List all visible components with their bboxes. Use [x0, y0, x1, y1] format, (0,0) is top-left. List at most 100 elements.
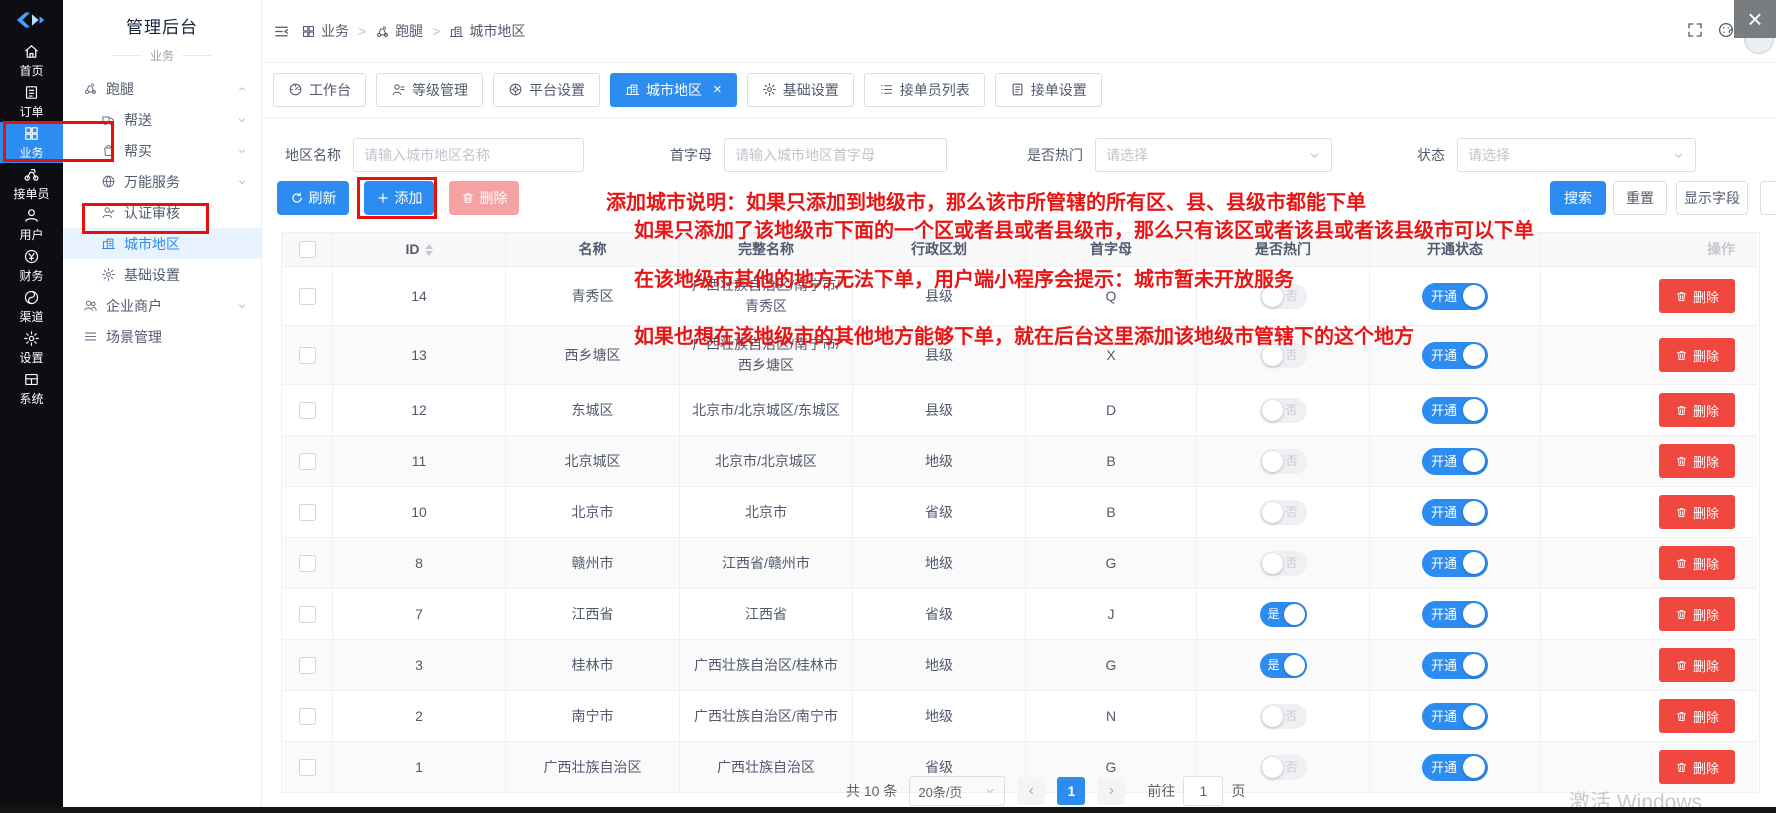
- rail-item-settings[interactable]: 设置: [0, 327, 63, 368]
- delete-button[interactable]: 删除: [1659, 699, 1735, 733]
- hot-toggle-label: 否: [1285, 502, 1297, 523]
- sidebar-item-scene-management[interactable]: 场景管理: [63, 321, 261, 352]
- cell-initial: B: [1026, 487, 1197, 538]
- status-toggle[interactable]: 开通: [1422, 397, 1488, 424]
- row-checkbox[interactable]: [299, 657, 316, 674]
- hot-toggle[interactable]: 否: [1260, 551, 1307, 576]
- tab-courier-list[interactable]: 接单员列表: [864, 73, 985, 107]
- rail-item-courier[interactable]: 接单员: [0, 163, 63, 204]
- tab-platform-settings[interactable]: 平台设置: [493, 73, 600, 107]
- tab-close-icon[interactable]: ×: [713, 82, 722, 97]
- header-checkbox-cell: [282, 233, 333, 267]
- tab-city-region[interactable]: 城市地区×: [610, 73, 737, 107]
- status-select[interactable]: 请选择: [1457, 138, 1696, 172]
- status-toggle[interactable]: 开通: [1422, 283, 1488, 310]
- hot-toggle[interactable]: 是: [1260, 602, 1307, 627]
- breadcrumb-item-errand[interactable]: 跑腿: [375, 21, 423, 41]
- sidebar-collapse-icon[interactable]: [273, 23, 290, 40]
- rail-item-users[interactable]: 用户: [0, 204, 63, 245]
- clipped-button[interactable]: [1760, 181, 1776, 215]
- sidebar-item-universal-service[interactable]: 万能服务: [63, 166, 261, 197]
- status-toggle[interactable]: 开通: [1422, 448, 1488, 475]
- sort-control[interactable]: [425, 244, 433, 256]
- tab-workbench[interactable]: 工作台: [273, 73, 366, 107]
- close-overlay-button[interactable]: ×: [1734, 0, 1776, 38]
- rail-item-system[interactable]: 系统: [0, 368, 63, 409]
- initial-input[interactable]: [724, 138, 947, 172]
- sidebar-item-errand[interactable]: 跑腿: [63, 73, 261, 104]
- delete-button[interactable]: 删除: [1659, 750, 1735, 784]
- delete-button[interactable]: 删除: [1659, 444, 1735, 478]
- delete-button[interactable]: 删除: [1659, 597, 1735, 631]
- delete-button[interactable]: 删除: [1659, 338, 1735, 372]
- row-checkbox[interactable]: [299, 402, 316, 419]
- app-logo[interactable]: [0, 0, 63, 40]
- status-toggle[interactable]: 开通: [1422, 550, 1488, 577]
- rail-item-finance[interactable]: 财务: [0, 245, 63, 286]
- tab-level-management[interactable]: 等级管理: [376, 73, 483, 107]
- delete-button[interactable]: 删除: [1659, 279, 1735, 313]
- breadcrumb-item-city-region[interactable]: 城市地区: [449, 21, 525, 41]
- current-page-button[interactable]: 1: [1057, 777, 1085, 805]
- status-toggle[interactable]: 开通: [1422, 754, 1488, 781]
- row-checkbox[interactable]: [299, 708, 316, 725]
- hot-toggle[interactable]: 否: [1260, 755, 1307, 780]
- status-toggle[interactable]: 开通: [1422, 601, 1488, 628]
- header-id[interactable]: ID: [333, 233, 506, 267]
- sidebar-item-basic-settings[interactable]: 基础设置: [63, 259, 261, 290]
- fullscreen-icon[interactable]: [1686, 21, 1704, 39]
- next-page-button[interactable]: ›: [1097, 777, 1125, 805]
- globe-icon: [101, 174, 116, 189]
- row-checkbox[interactable]: [299, 504, 316, 521]
- hot-toggle[interactable]: 否: [1260, 449, 1307, 474]
- hot-toggle[interactable]: 否: [1260, 500, 1307, 525]
- hot-toggle[interactable]: 否: [1260, 704, 1307, 729]
- sidebar-item-help-deliver[interactable]: 帮送: [63, 104, 261, 135]
- prev-page-button[interactable]: ‹: [1017, 777, 1045, 805]
- delete-button[interactable]: 删除: [1659, 546, 1735, 580]
- row-checkbox[interactable]: [299, 606, 316, 623]
- row-checkbox[interactable]: [299, 288, 316, 305]
- show-fields-button[interactable]: 显示字段: [1676, 181, 1748, 215]
- status-toggle[interactable]: 开通: [1422, 499, 1488, 526]
- sidebar-item-enterprise-merchant[interactable]: 企业商户: [63, 290, 261, 321]
- hot-toggle[interactable]: 否: [1260, 284, 1307, 309]
- select-all-checkbox[interactable]: [299, 241, 316, 258]
- delete-button[interactable]: 删除: [1659, 495, 1735, 529]
- goto-page-input[interactable]: [1183, 776, 1223, 806]
- rail-item-orders[interactable]: 订单: [0, 81, 63, 122]
- row-checkbox[interactable]: [299, 759, 316, 776]
- reset-button[interactable]: 重置: [1613, 181, 1667, 215]
- add-button[interactable]: 添加: [364, 181, 434, 215]
- row-checkbox[interactable]: [299, 453, 316, 470]
- row-checkbox[interactable]: [299, 555, 316, 572]
- hot-toggle[interactable]: 是: [1260, 653, 1307, 678]
- cell-id: 12: [333, 385, 506, 436]
- rail-item-home[interactable]: 首页: [0, 40, 63, 81]
- hot-toggle[interactable]: 否: [1260, 343, 1307, 368]
- filter-status: 状态 请选择: [1417, 138, 1696, 172]
- sidebar-item-help-buy[interactable]: 帮买: [63, 135, 261, 166]
- row-checkbox[interactable]: [299, 347, 316, 364]
- breadcrumb-item-business[interactable]: 业务: [301, 21, 349, 41]
- delete-button-disabled[interactable]: 删除: [449, 181, 519, 215]
- delete-button[interactable]: 删除: [1659, 393, 1735, 427]
- status-toggle[interactable]: 开通: [1422, 342, 1488, 369]
- refresh-button[interactable]: 刷新: [277, 181, 349, 215]
- status-toggle[interactable]: 开通: [1422, 703, 1488, 730]
- status-toggle[interactable]: 开通: [1422, 652, 1488, 679]
- sidebar-item-city-region[interactable]: 城市地区: [63, 228, 261, 259]
- region-name-input[interactable]: [353, 138, 584, 172]
- hot-select[interactable]: 请选择: [1095, 138, 1332, 172]
- hot-toggle[interactable]: 否: [1260, 398, 1307, 423]
- delete-button[interactable]: 删除: [1659, 648, 1735, 682]
- sidebar-item-auth-audit[interactable]: 认证审核: [63, 197, 261, 228]
- tab-basic-settings[interactable]: 基础设置: [747, 73, 854, 107]
- theme-icon[interactable]: [1717, 21, 1735, 39]
- page-size-select[interactable]: 20条/页: [909, 776, 1005, 806]
- rail-item-business[interactable]: 业务: [0, 122, 63, 163]
- rail-item-channel[interactable]: 渠道: [0, 286, 63, 327]
- cell-status: 开通: [1370, 742, 1541, 793]
- tab-order-settings[interactable]: 接单设置: [995, 73, 1102, 107]
- search-button[interactable]: 搜索: [1550, 181, 1606, 215]
